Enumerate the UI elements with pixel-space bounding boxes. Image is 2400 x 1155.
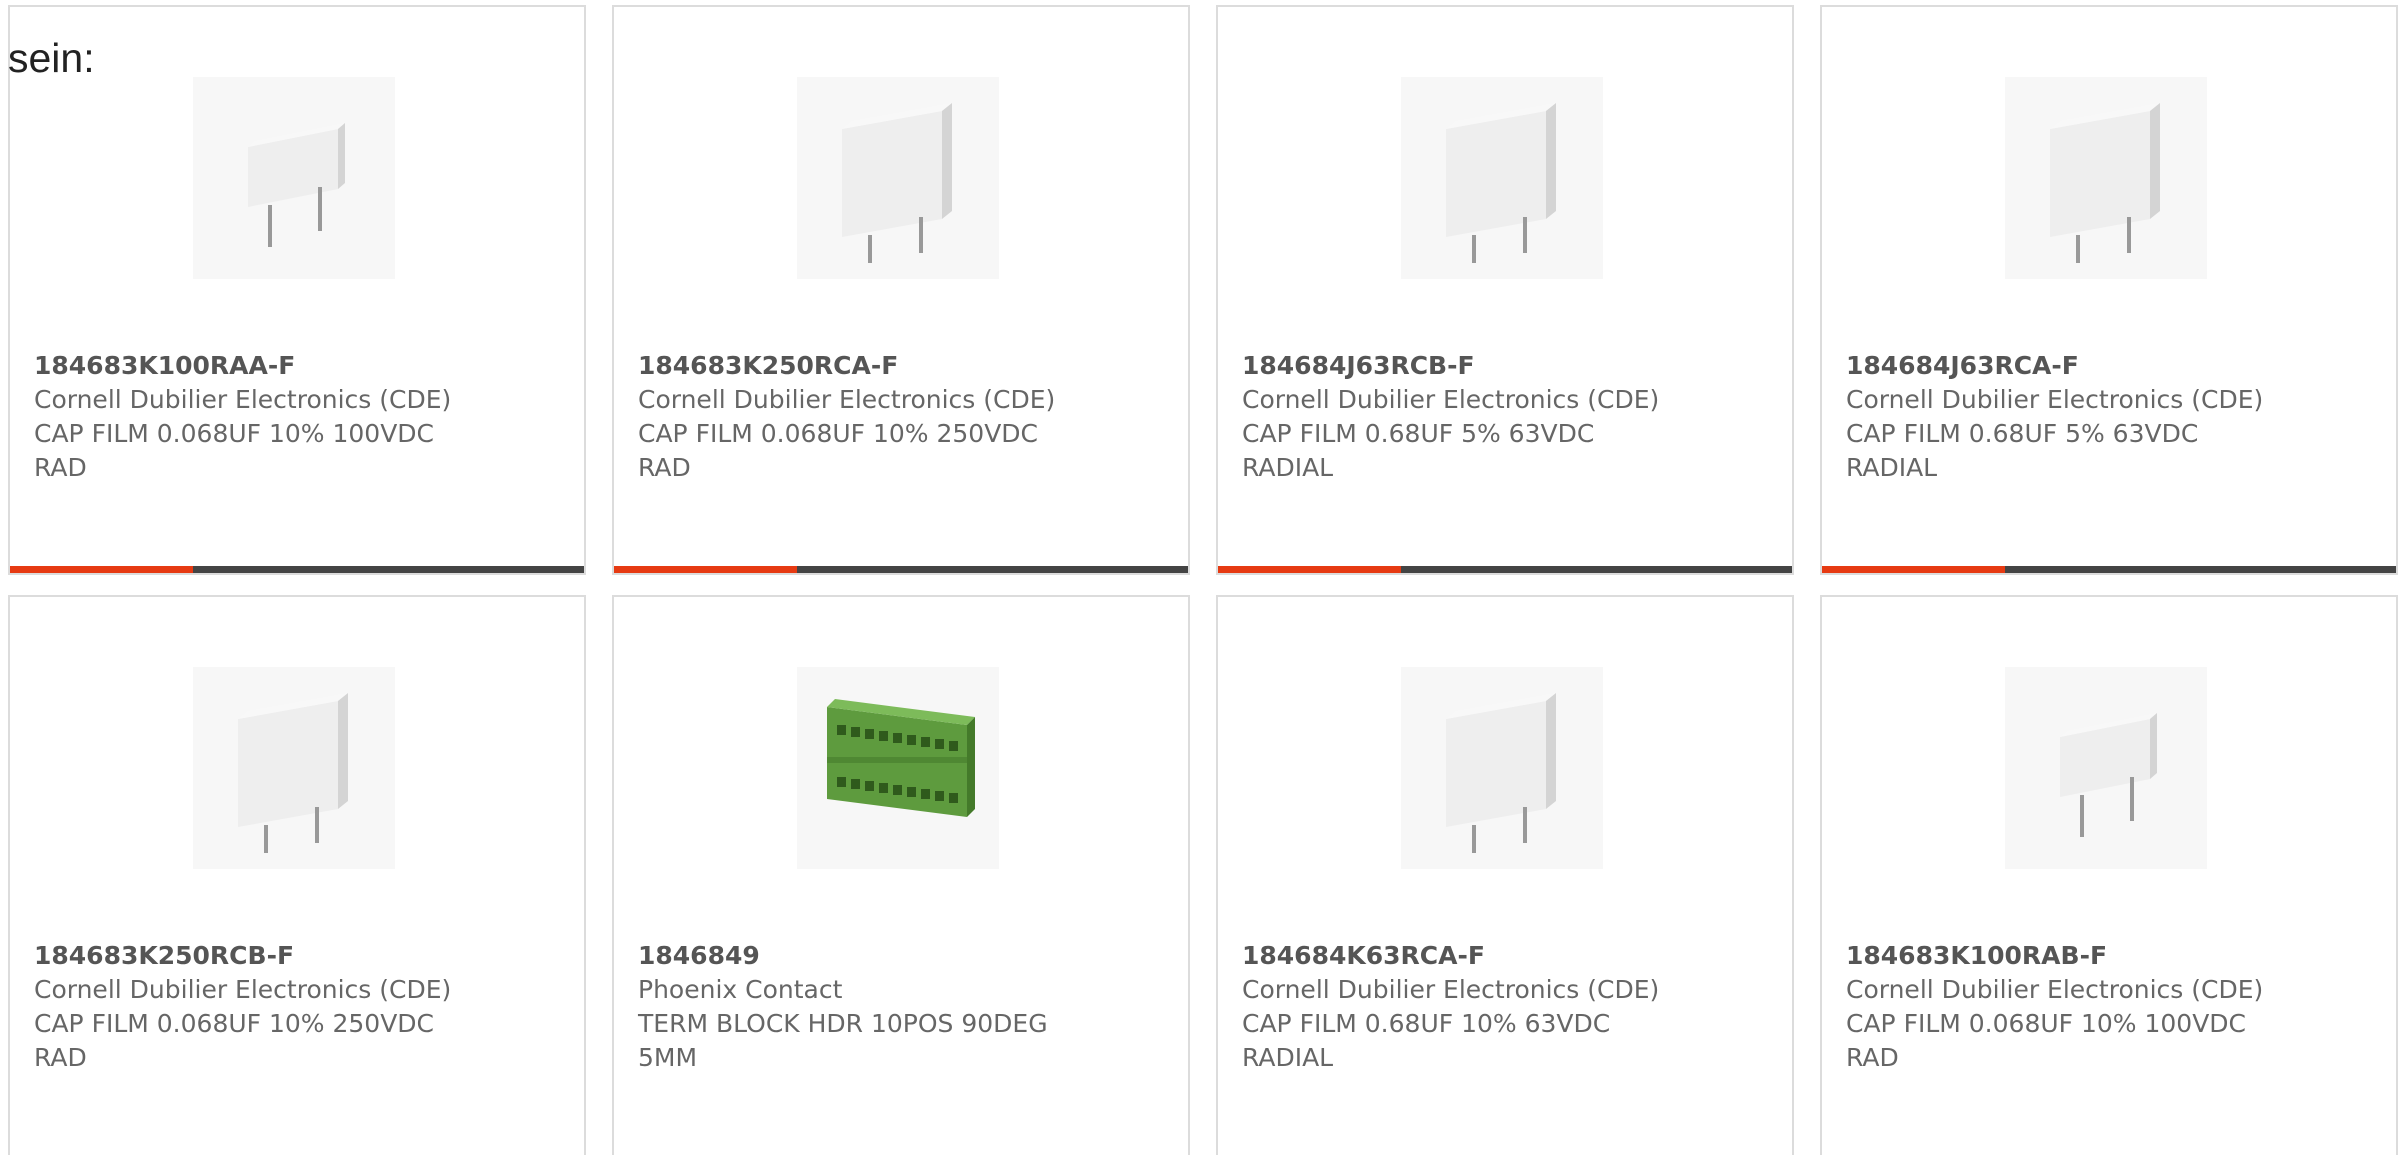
capacitor-icon [1446,693,1556,853]
part-number-link[interactable]: 184683K100RAB-F [1846,939,2346,973]
capacitor-icon [238,693,348,853]
product-info: 184683K250RCB-F Cornell Dubilier Electro… [34,939,534,1075]
product-image[interactable] [1401,667,1603,869]
part-number-link[interactable]: 1846849 [638,939,1138,973]
manufacturer-label: Cornell Dubilier Electronics (CDE) [34,975,452,1004]
manufacturer-label: Cornell Dubilier Electronics (CDE) [638,385,1056,414]
card-progress-bar [1218,566,1792,573]
product-image[interactable] [193,77,395,279]
card-progress-bar [614,566,1188,573]
product-info: 184683K100RAB-F Cornell Dubilier Electro… [1846,939,2346,1075]
product-card[interactable]: 184684K63RCA-F Cornell Dubilier Electron… [1216,595,1794,1155]
terminal-block-icon [827,699,975,817]
capacitor-small-icon [2060,713,2157,837]
card-progress-fill [10,566,193,573]
part-number-link[interactable]: 184684J63RCA-F [1846,349,2346,383]
product-image[interactable] [797,77,999,279]
product-info: 184684J63RCA-F Cornell Dubilier Electron… [1846,349,2346,485]
product-image[interactable] [193,667,395,869]
product-image[interactable] [2005,77,2207,279]
card-progress-bar [10,566,584,573]
card-progress-bar [1822,566,2396,573]
product-image[interactable] [1401,77,1603,279]
capacitor-icon [842,103,952,263]
manufacturer-label: Phoenix Contact [638,975,843,1004]
capacitor-icon [2050,103,2160,263]
card-progress-fill [1822,566,2005,573]
manufacturer-label: Cornell Dubilier Electronics (CDE) [1242,385,1660,414]
part-number-link[interactable]: 184683K250RCB-F [34,939,534,973]
product-card[interactable]: 184684J63RCA-F Cornell Dubilier Electron… [1820,5,2398,575]
product-card[interactable]: 184683K250RCB-F Cornell Dubilier Electro… [8,595,586,1155]
product-grid-page: sein: 184683K100RAA-F Cornell Dubilier E… [0,0,2400,1155]
product-card[interactable]: 184684J63RCB-F Cornell Dubilier Electron… [1216,5,1794,575]
description-label: TERM BLOCK HDR 10POS 90DEG 5MM [638,1009,1048,1072]
product-info: 1846849 Phoenix Contact TERM BLOCK HDR 1… [638,939,1138,1075]
manufacturer-label: Cornell Dubilier Electronics (CDE) [1846,385,2264,414]
product-card[interactable]: 184683K100RAA-F Cornell Dubilier Electro… [8,5,586,575]
product-info: 184684J63RCB-F Cornell Dubilier Electron… [1242,349,1742,485]
part-number-link[interactable]: 184683K250RCA-F [638,349,1138,383]
manufacturer-label: Cornell Dubilier Electronics (CDE) [1242,975,1660,1004]
description-label: CAP FILM 0.068UF 10% 100VDC RAD [1846,1009,2247,1072]
capacitor-icon [1446,103,1556,263]
product-card[interactable]: 184683K100RAB-F Cornell Dubilier Electro… [1820,595,2398,1155]
description-label: CAP FILM 0.68UF 5% 63VDC RADIAL [1846,419,2199,482]
card-progress-fill [614,566,797,573]
description-label: CAP FILM 0.068UF 10% 250VDC RAD [638,419,1039,482]
part-number-link[interactable]: 184683K100RAA-F [34,349,534,383]
product-card[interactable]: 184683K250RCA-F Cornell Dubilier Electro… [612,5,1190,575]
manufacturer-label: Cornell Dubilier Electronics (CDE) [1846,975,2264,1004]
description-label: CAP FILM 0.068UF 10% 100VDC RAD [34,419,435,482]
card-progress-fill [1218,566,1401,573]
manufacturer-label: Cornell Dubilier Electronics (CDE) [34,385,452,414]
product-info: 184683K100RAA-F Cornell Dubilier Electro… [34,349,534,485]
intro-text: sein: [8,35,95,81]
description-label: CAP FILM 0.68UF 10% 63VDC RADIAL [1242,1009,1611,1072]
product-grid: 184683K100RAA-F Cornell Dubilier Electro… [8,5,2398,1155]
product-info: 184683K250RCA-F Cornell Dubilier Electro… [638,349,1138,485]
description-label: CAP FILM 0.68UF 5% 63VDC RADIAL [1242,419,1595,482]
description-label: CAP FILM 0.068UF 10% 250VDC RAD [34,1009,435,1072]
product-image[interactable] [797,667,999,869]
part-number-link[interactable]: 184684K63RCA-F [1242,939,1742,973]
product-card[interactable]: 1846849 Phoenix Contact TERM BLOCK HDR 1… [612,595,1190,1155]
product-info: 184684K63RCA-F Cornell Dubilier Electron… [1242,939,1742,1075]
part-number-link[interactable]: 184684J63RCB-F [1242,349,1742,383]
product-image[interactable] [2005,667,2207,869]
capacitor-small-icon [248,123,345,247]
